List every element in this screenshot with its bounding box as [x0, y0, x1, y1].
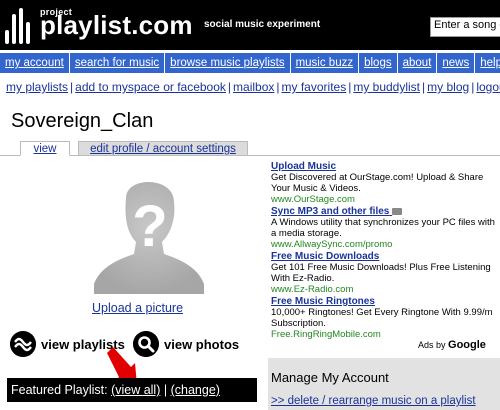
link-my-buddylist[interactable]: my buddylist	[353, 80, 420, 94]
view-photos-button[interactable]: view photos	[133, 331, 239, 357]
ad-block[interactable]: Sync MP3 and other files A Windows utili…	[271, 206, 496, 250]
account-links: my playlists | add to myspace or facebook |…	[6, 80, 500, 94]
change-link[interactable]: (change)	[171, 383, 220, 397]
nav-item-music-buzz[interactable]: music buzz	[291, 53, 360, 73]
separator: |	[227, 80, 232, 94]
separator: |	[163, 383, 168, 397]
link-my-favorites[interactable]: my favorites	[282, 80, 347, 94]
playlist-wave-icon	[10, 331, 36, 357]
ads-by-google[interactable]: Ads by Google	[418, 339, 486, 351]
separator: |	[70, 80, 74, 94]
svg-text:?: ?	[132, 194, 167, 259]
google-brand: Google	[448, 339, 486, 351]
ad-url[interactable]: www.Ez-Radio.com	[271, 284, 496, 295]
nav-item-blogs[interactable]: blogs	[359, 53, 398, 73]
manage-title: Manage My Account	[271, 370, 389, 385]
nav-item-search-for-music[interactable]: search for music	[70, 53, 166, 73]
page-title: Sovereign_Clan	[11, 110, 154, 132]
link-logout[interactable]: logout	[476, 80, 500, 94]
tab-edit-profile[interactable]: edit profile / account settings	[78, 141, 248, 156]
view-all-link[interactable]: (view all)	[111, 383, 160, 397]
nav-item-news[interactable]: news	[437, 53, 476, 73]
ad-url[interactable]: www.OurStage.com	[271, 194, 496, 205]
tab-divider	[0, 155, 500, 156]
logo-icon[interactable]	[5, 8, 35, 44]
nav-item-my-account[interactable]: my account	[0, 53, 70, 73]
ad-title[interactable]: Upload Music	[271, 161, 496, 172]
ad-block[interactable]: Free Music Ringtones 10,000+ Ringtones! …	[271, 296, 496, 340]
view-photos-label: view photos	[164, 336, 240, 352]
sync-icon	[392, 207, 403, 215]
tagline: social music experiment	[204, 19, 321, 30]
separator: |	[422, 80, 426, 94]
link-add-to-myspace[interactable]: add to myspace or facebook	[75, 80, 226, 94]
manage-account-panel: Manage My Account >> delete / rearrange …	[268, 358, 500, 410]
search-input[interactable]: Enter a song or artist	[430, 17, 500, 37]
ad-title[interactable]: Free Music Downloads	[271, 251, 496, 262]
nav-item-about[interactable]: about	[398, 53, 438, 73]
link-my-playlists[interactable]: my playlists	[6, 80, 68, 94]
link-my-blog[interactable]: my blog	[427, 80, 469, 94]
delete-rearrange-link[interactable]: >> delete / rearrange music on a playlis…	[271, 395, 476, 407]
site-header: project playlist.com social music experi…	[0, 0, 500, 50]
ad-text: A Windows utility that synchronizes your…	[271, 217, 495, 239]
ad-text: Get 101 Free Music Downloads! Plus Free …	[271, 262, 491, 284]
ad-title[interactable]: Free Music Ringtones	[271, 296, 496, 307]
ads-by-label: Ads by	[418, 340, 446, 350]
featured-label: Featured Playlist:	[11, 383, 108, 397]
separator: |	[276, 80, 280, 94]
logo-text[interactable]: playlist.com	[40, 10, 193, 40]
featured-playlist-bar: Featured Playlist: (view all) | (change)	[7, 378, 257, 402]
main-nav: my account search for music browse music…	[0, 53, 500, 73]
upload-picture-link[interactable]: Upload a picture	[92, 301, 183, 315]
ad-text: Get Discovered at OurStage.com! Upload &…	[271, 172, 484, 194]
nav-item-help[interactable]: help	[475, 53, 500, 73]
ad-title[interactable]: Sync MP3 and other files	[271, 206, 496, 217]
link-mailbox[interactable]: mailbox	[233, 80, 274, 94]
ad-title-text[interactable]: Sync MP3 and other files	[271, 206, 389, 217]
default-avatar-icon: ?	[94, 181, 204, 294]
separator: |	[348, 80, 352, 94]
ad-block[interactable]: Free Music Downloads Get 101 Free Music …	[271, 251, 496, 295]
ad-url[interactable]: www.AllwaySync.com/promo	[271, 239, 496, 250]
tab-view[interactable]: view	[20, 141, 70, 156]
ad-text: 10,000+ Ringtones! Get Every Ringtone Wi…	[271, 307, 493, 329]
separator: |	[471, 80, 475, 94]
nav-item-browse-playlists[interactable]: browse music playlists	[165, 53, 291, 73]
ad-block[interactable]: Upload Music Get Discovered at OurStage.…	[271, 161, 496, 205]
